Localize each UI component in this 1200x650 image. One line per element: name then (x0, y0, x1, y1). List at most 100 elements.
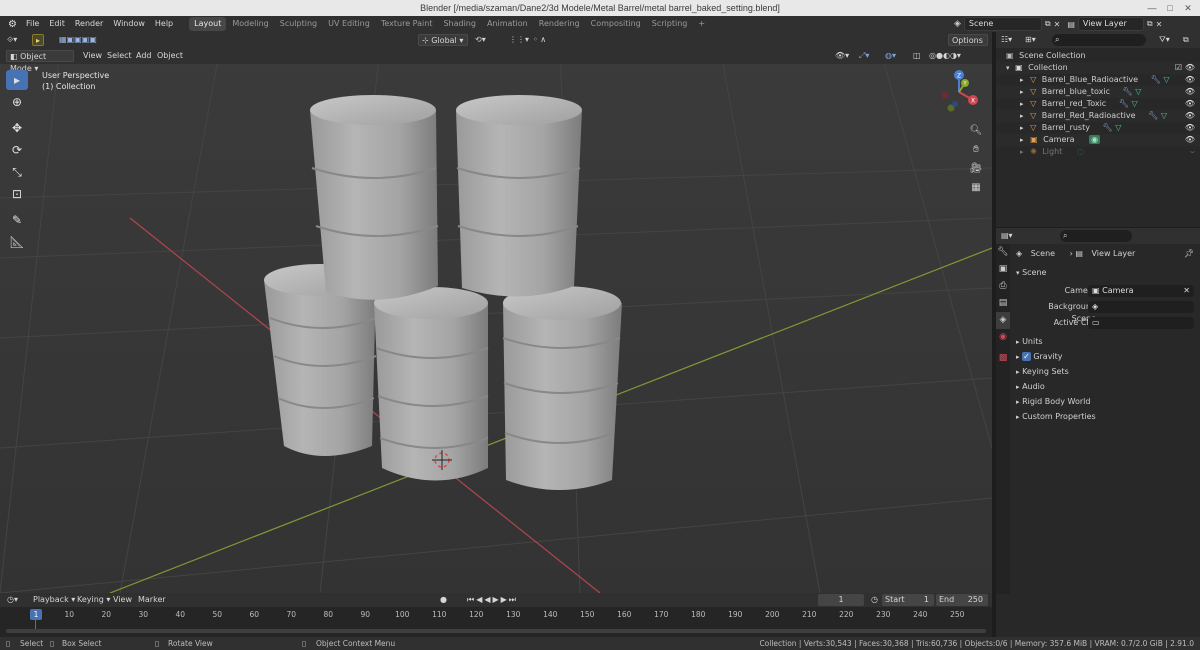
tab-shading[interactable]: Shading (438, 17, 481, 31)
navigation-gizmo[interactable]: Z X Y (935, 68, 983, 116)
overlay-toggle-icon[interactable]: ◍▾ (882, 50, 899, 62)
filter-icon[interactable]: ⛛▾ (1156, 34, 1173, 46)
outliner-row-barrel-red-toxic[interactable]: ▸ ▽ Barrel_red_Toxic 🔧︎ ▽ 👁︎ (996, 98, 1200, 110)
menu-marker[interactable]: Marker (135, 594, 169, 606)
outliner-row-camera[interactable]: ▸ ▣ Camera ◉ 👁︎ (996, 134, 1200, 146)
menu-playback[interactable]: Playback ▾ (30, 594, 78, 606)
tab-modeling[interactable]: Modeling (227, 17, 273, 31)
cursor-icon[interactable]: ⊕ (6, 92, 28, 112)
background-scene-field[interactable]: ◈ (1088, 301, 1194, 313)
visibility-eye-icon[interactable]: 👁︎ (1185, 74, 1195, 86)
outliner-row-collection[interactable]: ▾ ▣ Collection ☑ 👁︎ (996, 62, 1200, 74)
visibility-eye-icon[interactable]: 👁︎ (1185, 98, 1195, 110)
clock-icon[interactable]: ◷ (868, 594, 881, 606)
visibility-eye-icon[interactable]: 👁︎ (1185, 122, 1195, 134)
shading-modes-icon[interactable]: ◎●◐◑▾ (926, 50, 964, 62)
scale-icon[interactable]: ⤡ (6, 162, 28, 182)
rotate-icon[interactable]: ⟳ (6, 140, 28, 160)
timeline-scrollbar[interactable] (6, 629, 986, 633)
gravity-panel[interactable]: ▸ ✓ Gravity (1016, 351, 1063, 363)
units-panel[interactable]: ▸ Units (1016, 336, 1043, 348)
outliner-search-input[interactable]: ⌕ (1052, 34, 1146, 46)
menu-window[interactable]: Window (108, 16, 150, 32)
tab-animation[interactable]: Animation (482, 17, 533, 31)
tab-rendering[interactable]: Rendering (534, 17, 585, 31)
select-box-icon[interactable]: ▸ (6, 70, 28, 90)
blender-logo-icon[interactable]: ⚙ (4, 19, 21, 30)
barrel-center[interactable] (374, 287, 489, 481)
zoom-icon[interactable]: 🔍︎ (968, 122, 984, 138)
outliner-row-scene-collection[interactable]: ▣ Scene Collection (996, 50, 1200, 62)
pan-hand-icon[interactable]: ✋︎ (968, 141, 984, 157)
measure-icon[interactable]: 📐︎ (6, 232, 28, 252)
annotate-icon[interactable]: ✎ (6, 210, 28, 230)
menu-timeline-view[interactable]: View (110, 594, 135, 606)
scene-panel-header[interactable]: ▾ Scene (1016, 267, 1046, 279)
rigid-body-world-panel[interactable]: ▸ Rigid Body World (1016, 396, 1090, 408)
menu-object[interactable]: Object (154, 50, 186, 62)
pivot-icon[interactable]: ⟲▾ (472, 34, 489, 46)
tab-uv-editing[interactable]: UV Editing (323, 17, 375, 31)
visibility-eye-icon[interactable]: 👁︎ (1185, 86, 1195, 98)
snap-icon[interactable]: ⋮⋮▾ (506, 34, 532, 46)
scene-tab-icon[interactable]: ◈ (996, 312, 1010, 329)
tool-tab-icon[interactable]: 🔧︎ (996, 244, 1010, 261)
menu-select[interactable]: Select (104, 50, 135, 62)
custom-properties-panel[interactable]: ▸ Custom Properties (1016, 411, 1096, 423)
barrel-top-left[interactable] (310, 95, 439, 300)
menu-file[interactable]: File (21, 16, 44, 32)
view-layer-field[interactable]: View Layer (1077, 17, 1144, 31)
menu-help[interactable]: Help (150, 16, 178, 32)
display-mode-icon[interactable]: ⊞▾ (1022, 34, 1039, 46)
selection-mode-icons[interactable]: ▦▣▣▣▣ (56, 34, 100, 46)
timeline[interactable]: 1 10 20 30 40 50 60 70 80 90 100 110 120 130 140 150 160… (0, 607, 992, 637)
proportional-edit-icon[interactable]: ◦ ∧ (530, 34, 549, 46)
gravity-checkbox[interactable]: ✓ (1022, 352, 1031, 361)
add-workspace-icon[interactable]: + (693, 17, 710, 31)
tab-sculpting[interactable]: Sculpting (275, 17, 322, 31)
properties-editor-icon[interactable]: ▤▾ (998, 230, 1016, 242)
new-collection-icon[interactable]: ⧉ (1180, 34, 1192, 46)
keying-sets-panel[interactable]: ▸ Keying Sets (1016, 366, 1069, 378)
visibility-eye-icon[interactable]: 👁︎ (1185, 134, 1195, 146)
3d-viewport[interactable]: ◧ Object Mode ▾ View Select Add Object 👁… (0, 48, 992, 593)
pin-icon[interactable]: 📌︎ (1184, 248, 1194, 260)
current-frame-field[interactable]: 1 (818, 594, 864, 606)
output-tab-icon[interactable]: ⎙ (996, 278, 1010, 295)
clear-icon[interactable]: ✕ (1183, 285, 1190, 297)
barrel-top-right[interactable] (456, 95, 582, 297)
camera-field[interactable]: ▣ Camera ✕ (1088, 285, 1194, 297)
start-frame-field[interactable]: Start 1 (882, 594, 934, 606)
tab-texture-paint[interactable]: Texture Paint (376, 17, 438, 31)
editor-type-icon[interactable]: ⟐▾ (4, 34, 20, 46)
maximize-icon[interactable]: □ (1164, 2, 1176, 14)
view-layer-icon[interactable]: ▤ (1067, 20, 1075, 29)
visibility-eye-icon[interactable]: 👁︎ (1185, 110, 1195, 122)
active-clip-field[interactable]: ▭ (1088, 317, 1194, 329)
move-icon[interactable]: ✥ (6, 118, 28, 138)
delete-scene-icon[interactable]: ✕ (1054, 20, 1061, 29)
render-tab-icon[interactable]: ▣ (996, 261, 1010, 278)
new-view-layer-icon[interactable]: ⧉ (1147, 19, 1153, 29)
world-tab-icon[interactable]: ◉ (996, 329, 1010, 346)
view-layer-tab-icon[interactable]: ▤ (996, 295, 1010, 312)
menu-edit[interactable]: Edit (44, 16, 70, 32)
end-frame-field[interactable]: End 250 (936, 594, 988, 606)
barrel-right[interactable] (502, 286, 622, 490)
record-icon[interactable]: ● (437, 594, 450, 606)
playback-controls[interactable]: ⏮◀◀▶▶⏭ (464, 594, 521, 606)
tab-layout[interactable]: Layout (189, 17, 227, 31)
visibility-icon[interactable]: 👁▾ (832, 50, 852, 62)
collection-checkbox[interactable]: ☑ (1175, 62, 1182, 74)
transform-icon[interactable]: ⊡ (6, 184, 28, 204)
outliner-row-light[interactable]: ▸ ✺ Light ◌ ⌣ (996, 146, 1200, 158)
outliner-row-barrel-rusty[interactable]: ▸ ▽ Barrel_rusty 🔧︎ ▽ 👁︎ (996, 122, 1200, 134)
transform-orientation-dropdown[interactable]: ⊹ Global ▾ (418, 34, 468, 46)
collection-visibility-icon[interactable]: 👁︎ (1185, 62, 1195, 74)
audio-panel[interactable]: ▸ Audio (1016, 381, 1045, 393)
xray-icon[interactable]: ◫ (910, 50, 924, 62)
scene-field[interactable]: Scene (963, 17, 1042, 31)
timeline-editor-icon[interactable]: ◷▾ (4, 594, 21, 606)
object-mode-dropdown[interactable]: ◧ Object Mode ▾ (6, 50, 74, 73)
menu-view[interactable]: View (80, 50, 105, 62)
